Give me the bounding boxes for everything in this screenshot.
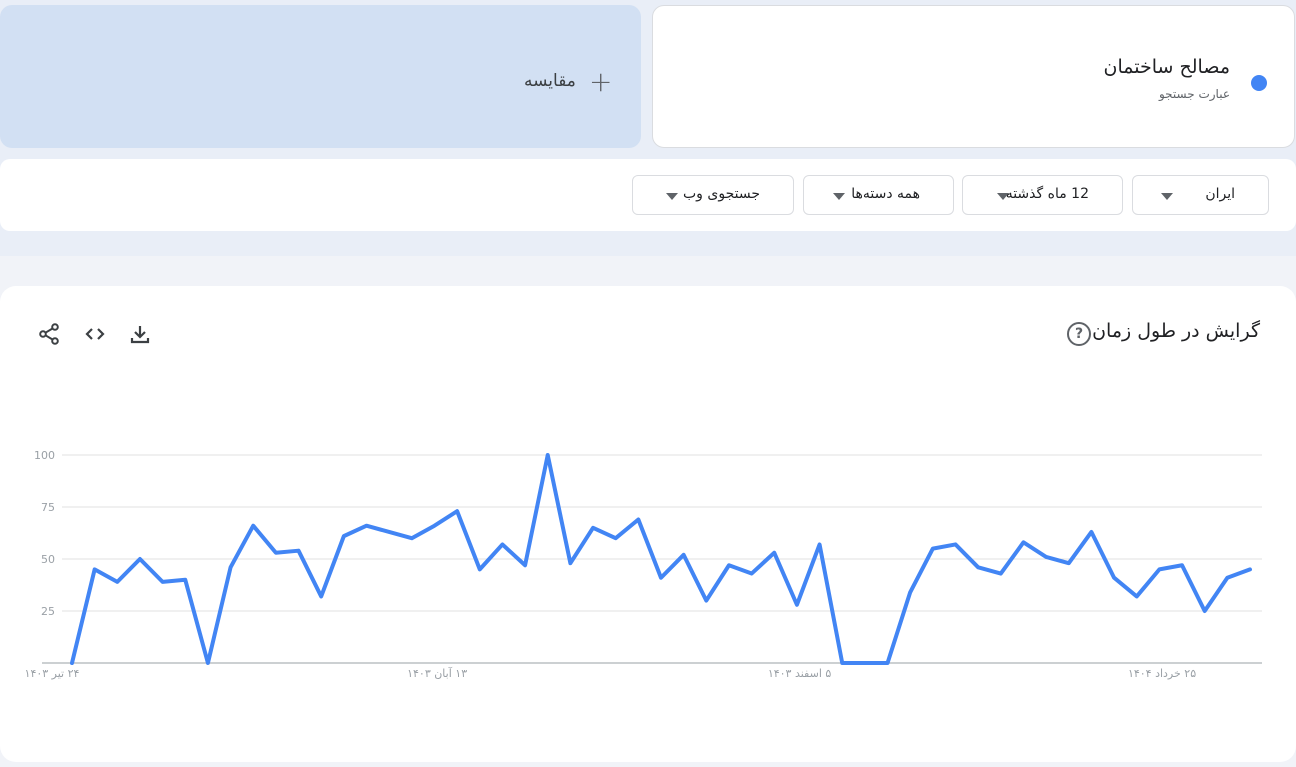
data-point[interactable]	[1131, 590, 1143, 602]
y-tick-label: 100	[34, 449, 55, 462]
data-point[interactable]	[383, 526, 395, 538]
chevron-down-icon	[833, 193, 845, 200]
category-filter[interactable]: همه دسته‌ها	[803, 175, 954, 215]
data-point[interactable]	[1199, 605, 1211, 617]
data-point[interactable]	[270, 547, 282, 559]
data-point[interactable]	[746, 568, 758, 580]
data-point[interactable]	[700, 595, 712, 607]
data-point[interactable]	[1017, 536, 1029, 548]
data-point[interactable]	[451, 505, 463, 517]
x-tick-label: ۱۳ آبان ۱۴۰۳	[407, 666, 467, 680]
data-point[interactable]	[610, 532, 622, 544]
data-point[interactable]	[542, 449, 554, 461]
data-point[interactable]	[338, 530, 350, 542]
filter-bar: ایران 12 ماه گذشته همه دسته‌ها جستجوی وب	[0, 159, 1296, 231]
data-point[interactable]	[179, 574, 191, 586]
data-point[interactable]	[1108, 572, 1120, 584]
plus-icon: +	[589, 65, 613, 98]
compare-label: مقایسه	[524, 71, 576, 91]
data-point[interactable]	[111, 576, 123, 588]
data-point[interactable]	[89, 563, 101, 575]
data-point[interactable]	[315, 590, 327, 602]
data-point[interactable]	[995, 568, 1007, 580]
data-point[interactable]	[564, 557, 576, 569]
share-icon[interactable]	[37, 322, 61, 346]
data-point[interactable]	[836, 657, 848, 669]
data-point[interactable]	[474, 563, 486, 575]
data-point[interactable]	[519, 559, 531, 571]
data-point[interactable]	[157, 576, 169, 588]
data-point[interactable]	[1244, 563, 1256, 575]
data-point[interactable]	[496, 538, 508, 550]
data-point[interactable]	[927, 543, 939, 555]
search-type-filter[interactable]: جستجوی وب	[632, 175, 794, 215]
data-point[interactable]	[1153, 563, 1165, 575]
data-point[interactable]	[406, 532, 418, 544]
help-icon[interactable]: ?	[1067, 322, 1091, 346]
data-point[interactable]	[66, 657, 78, 669]
search-term-card[interactable]: مصالح ساختمان عبارت جستجو	[652, 5, 1295, 148]
region-filter[interactable]: ایران	[1132, 175, 1269, 215]
data-point[interactable]	[1063, 557, 1075, 569]
data-point[interactable]	[225, 561, 237, 573]
line-chart: 100755025۲۴ تیر ۱۴۰۳ ۱۳ آبان ۱۴۰۳ ۵ اسفند …	[25, 449, 1262, 680]
search-term-title[interactable]: مصالح ساختمان	[1104, 56, 1230, 78]
data-point[interactable]	[587, 522, 599, 534]
data-point[interactable]	[361, 520, 373, 532]
compare-card[interactable]: + مقایسه	[0, 5, 641, 148]
data-point[interactable]	[632, 513, 644, 525]
series-color-dot	[1251, 75, 1267, 91]
region-filter-label: ایران	[1205, 186, 1235, 202]
data-point[interactable]	[791, 599, 803, 611]
data-point[interactable]	[1221, 572, 1233, 584]
data-point[interactable]	[247, 520, 259, 532]
category-filter-label: همه دسته‌ها	[851, 186, 920, 202]
chevron-down-icon	[666, 193, 678, 200]
data-point[interactable]	[972, 561, 984, 573]
data-point[interactable]	[1040, 551, 1052, 563]
interest-over-time-card: گرایش در طول زمان ? 100 75 50 25 ۲۴ تیر ۱۴۰۳…	[0, 286, 1296, 762]
data-point[interactable]	[1085, 526, 1097, 538]
data-point[interactable]	[202, 657, 214, 669]
data-point[interactable]	[428, 520, 440, 532]
time-range-filter-label: 12 ماه گذشته	[1005, 186, 1089, 202]
data-point[interactable]	[882, 657, 894, 669]
chart-title: گرایش در طول زمان	[1092, 320, 1260, 342]
x-tick-label: ۵ اسفند ۱۴۰۳	[768, 667, 832, 680]
data-point[interactable]	[768, 547, 780, 559]
data-point[interactable]	[950, 538, 962, 550]
embed-icon[interactable]	[83, 322, 107, 346]
data-point[interactable]	[655, 572, 667, 584]
data-point[interactable]	[134, 553, 146, 565]
data-point[interactable]	[1176, 559, 1188, 571]
data-point[interactable]	[293, 545, 305, 557]
search-type-filter-label: جستجوی وب	[683, 186, 760, 202]
data-point[interactable]	[723, 559, 735, 571]
y-tick-label: 75	[41, 501, 55, 514]
x-tick-label: ۲۵ خرداد ۱۴۰۴	[1128, 667, 1196, 680]
y-tick-label: 25	[41, 605, 55, 618]
data-point[interactable]	[814, 538, 826, 550]
download-icon[interactable]	[128, 322, 152, 346]
search-term-subtitle: عبارت جستجو	[1158, 87, 1230, 101]
data-point[interactable]	[904, 586, 916, 598]
chevron-down-icon	[1161, 193, 1173, 200]
data-point[interactable]	[678, 549, 690, 561]
y-tick-label: 50	[41, 553, 55, 566]
time-range-filter[interactable]: 12 ماه گذشته	[962, 175, 1123, 215]
data-point[interactable]	[859, 657, 871, 669]
